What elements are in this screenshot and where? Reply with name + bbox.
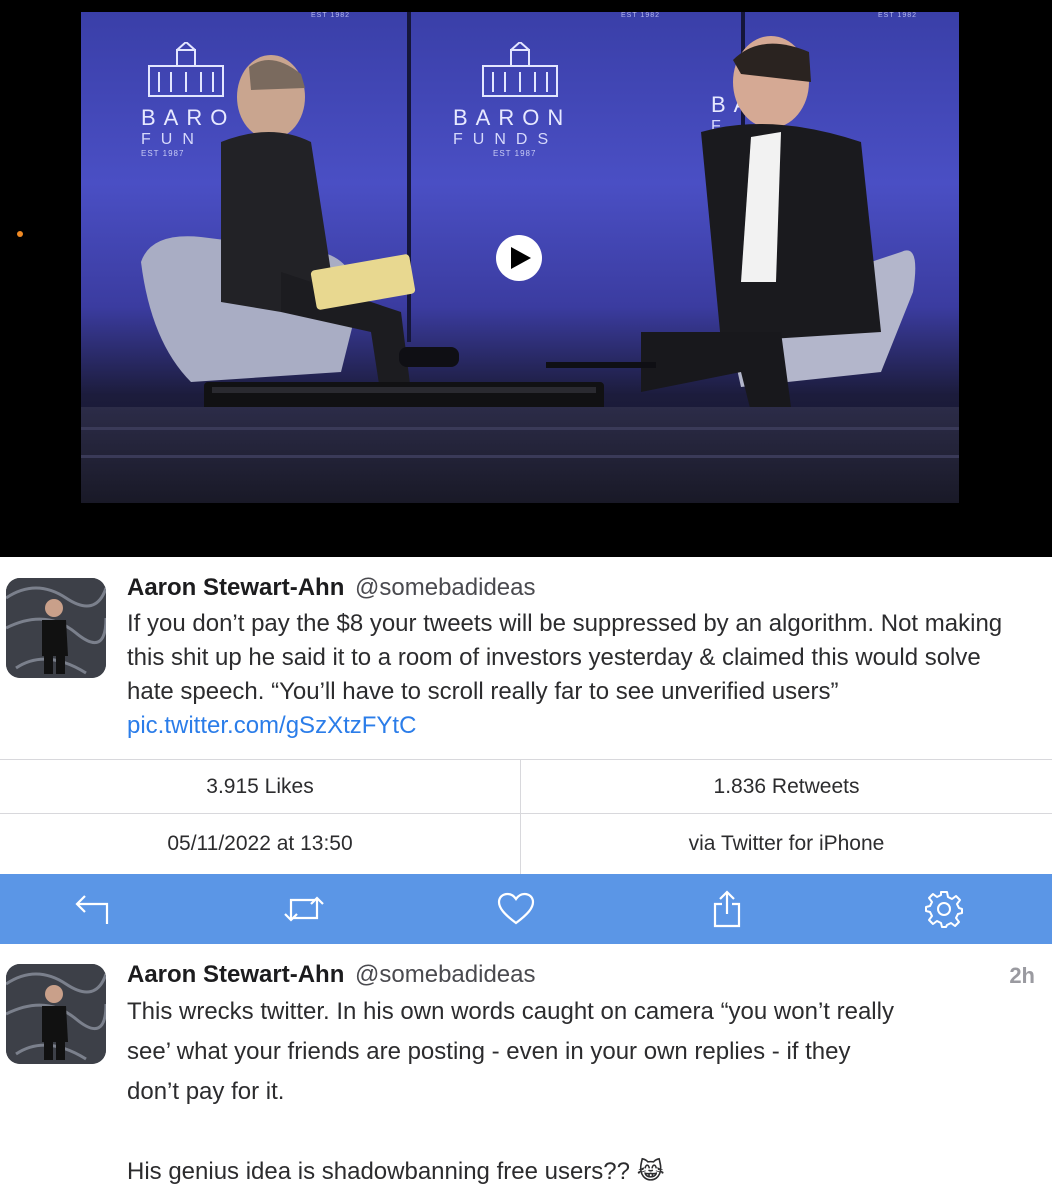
tweet-main[interactable]: Aaron Stewart-Ahn @somebadideas If you d… <box>0 557 1052 759</box>
retweets-count[interactable]: 1.836 Retweets <box>521 760 1052 813</box>
likes-count[interactable]: 3.915 Likes <box>0 760 520 813</box>
tweet-line: His genius idea is shadowbanning free us… <box>127 1158 665 1185</box>
recording-indicator <box>17 231 23 237</box>
tweet-line: see’ what your friends are posting - eve… <box>127 1038 851 1065</box>
tweet-line: This wrecks twitter. In his own words ca… <box>127 998 894 1025</box>
retweet-button[interactable] <box>282 888 326 930</box>
reply-button[interactable] <box>69 888 113 930</box>
tweet-line: don’t pay for it. <box>127 1078 285 1105</box>
avatar-image <box>6 578 106 678</box>
relative-time: 2h <box>1009 963 1035 988</box>
author-line: Aaron Stewart-Ahn @somebadideas <box>127 574 536 602</box>
tweet-text: This wrecks twitter. In his own words ca… <box>127 992 1027 1192</box>
tweet-body: If you don’t pay the $8 your tweets will… <box>127 610 1003 705</box>
share-button[interactable] <box>705 888 749 930</box>
author-name[interactable]: Aaron Stewart-Ahn <box>127 574 344 601</box>
tweet-source: via Twitter for iPhone <box>688 832 885 855</box>
heart-icon <box>497 892 535 925</box>
play-icon <box>511 247 531 269</box>
video-player[interactable]: EST 1982 EST 1982 EST 1982 BARO FUN EST … <box>0 0 1052 557</box>
action-bar <box>0 874 1052 944</box>
tweet-text: If you don’t pay the $8 your tweets will… <box>127 607 1027 743</box>
retweet-icon <box>284 896 324 922</box>
stage-strip <box>81 427 959 430</box>
author-handle[interactable]: @somebadideas <box>355 961 535 988</box>
avatar-image <box>6 964 106 1064</box>
reply-icon <box>75 895 109 924</box>
stage-strip <box>81 455 959 458</box>
avatar[interactable] <box>6 578 106 678</box>
settings-button[interactable] <box>922 888 966 930</box>
tweet-media-link[interactable]: pic.twitter.com/gSzXtzFYtC <box>127 712 416 739</box>
tweet-date: 05/11/2022 at 13:50 <box>167 832 353 855</box>
tweet-stats: 3.915 Likes 1.836 Retweets 05/11/2022 at… <box>0 759 1052 875</box>
stage-floor <box>81 407 959 503</box>
author-line: Aaron Stewart-Ahn @somebadideas <box>127 961 536 989</box>
tweet-reply[interactable]: Aaron Stewart-Ahn @somebadideas 2h This … <box>0 944 1052 1194</box>
author-handle[interactable]: @somebadideas <box>355 574 535 601</box>
play-button[interactable] <box>496 235 542 281</box>
share-icon <box>713 890 741 928</box>
avatar[interactable] <box>6 964 106 1064</box>
like-button[interactable] <box>494 888 538 930</box>
author-name[interactable]: Aaron Stewart-Ahn <box>127 961 344 988</box>
gear-icon <box>925 891 963 928</box>
